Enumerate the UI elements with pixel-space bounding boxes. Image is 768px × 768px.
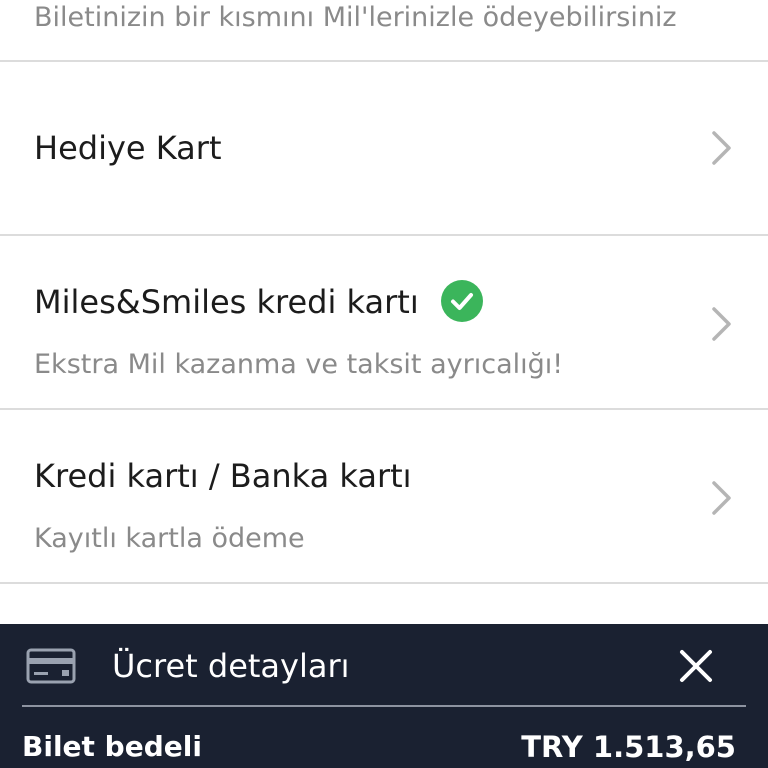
credit-card-subtitle: Kayıtlı kartla ödeme xyxy=(34,523,305,554)
close-icon[interactable] xyxy=(678,648,714,684)
credit-card-title: Kredi kartı / Banka kartı xyxy=(34,457,412,495)
chevron-right-icon xyxy=(712,481,731,515)
divider xyxy=(0,582,768,584)
miles-option-subtitle: Biletinizin bir kısmını Mil'lerinizle öd… xyxy=(34,2,677,33)
chevron-right-icon xyxy=(712,131,731,165)
payment-options-screen: Biletinizin bir kısmını Mil'lerinizle öd… xyxy=(0,0,768,768)
chevron-right-icon xyxy=(712,307,731,341)
miles-smiles-card-subtitle: Ekstra Mil kazanma ve taksit ayrıcalığı! xyxy=(34,349,564,380)
ticket-price-label: Bilet bedeli xyxy=(22,730,202,763)
miles-smiles-card-title: Miles&Smiles kredi kartı xyxy=(34,283,419,321)
gift-card-option[interactable]: Hediye Kart xyxy=(0,62,768,234)
ticket-price-amount: TRY 1.513,65 xyxy=(521,730,736,764)
gift-card-title: Hediye Kart xyxy=(34,129,222,167)
credit-card-option[interactable]: Kredi kartı / Banka kartı Kayıtlı kartla… xyxy=(0,410,768,582)
footer-divider xyxy=(22,705,746,707)
miles-smiles-card-title-wrap: Miles&Smiles kredi kartı xyxy=(34,280,483,322)
credit-card-icon xyxy=(26,648,76,684)
check-circle-icon xyxy=(440,280,483,322)
fare-details-title: Ücret detayları xyxy=(112,647,350,685)
miles-smiles-card-option[interactable]: Miles&Smiles kredi kartı Ekstra Mil kaza… xyxy=(0,236,768,408)
